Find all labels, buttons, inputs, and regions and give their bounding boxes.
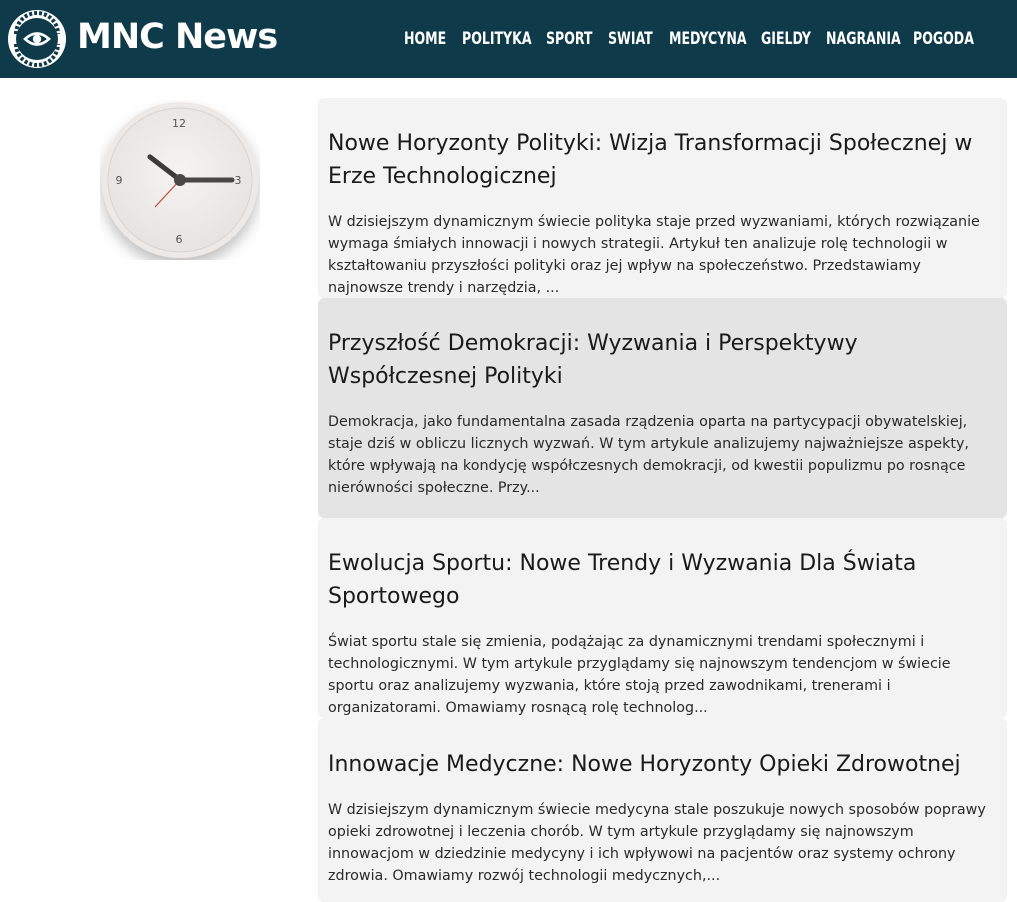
nav-item-nagrania[interactable]: NAGRANIA (826, 24, 901, 54)
nav-item-home[interactable]: HOME (404, 24, 452, 54)
clock-numeral-9: 9 (116, 174, 123, 187)
nav-item-swiat[interactable]: SWIAT (608, 24, 658, 54)
nav-item-polityka[interactable]: POLITYKA (462, 24, 532, 54)
article-card[interactable]: Ewolucja Sportu: Nowe Trendy i Wyzwania … (318, 518, 1007, 718)
clock-center-pin (174, 174, 186, 186)
eye-logo-icon[interactable] (7, 9, 67, 69)
article-card[interactable]: Nowe Horyzonty Polityki: Wizja Transform… (318, 98, 1007, 298)
article-excerpt: Demokracja, jako fundamentalna zasada rz… (328, 414, 969, 496)
article-card[interactable]: Innowacje Medyczne: Nowe Horyzonty Opiek… (318, 718, 1007, 902)
clock-numeral-3: 3 (235, 174, 242, 187)
analog-clock: 12 3 6 9 (102, 102, 258, 258)
article-excerpt: W dzisiejszym dynamicznym świecie polity… (328, 214, 980, 296)
main-nav: HOME POLITYKA SPORT SWIAT MEDYCYNA GIELD… (404, 24, 974, 54)
article-excerpt: Świat sportu stale się zmienia, podążają… (328, 634, 951, 716)
article-card[interactable]: Przyszłość Demokracji: Wyzwania i Perspe… (318, 298, 1007, 518)
nav-item-medycyna[interactable]: MEDYCYNA (669, 24, 747, 54)
nav-item-pogoda[interactable]: POGODA (913, 24, 974, 54)
clock-numeral-6: 6 (176, 233, 183, 246)
clock-numeral-12: 12 (172, 117, 186, 130)
article-title[interactable]: Ewolucja Sportu: Nowe Trendy i Wyzwania … (328, 518, 997, 613)
nav-item-gieldy[interactable]: GIELDY (761, 24, 814, 54)
article-title[interactable]: Nowe Horyzonty Polityki: Wizja Transform… (328, 98, 997, 193)
article-title[interactable]: Przyszłość Demokracji: Wyzwania i Perspe… (328, 298, 997, 393)
top-navbar: MNC News HOME POLITYKA SPORT SWIAT MEDYC… (0, 0, 1017, 78)
nav-item-sport[interactable]: SPORT (546, 24, 597, 54)
article-excerpt: W dzisiejszym dynamicznym świecie medycy… (328, 802, 986, 884)
site-logo-text[interactable]: MNC News (77, 14, 278, 60)
article-title[interactable]: Innowacje Medyczne: Nowe Horyzonty Opiek… (328, 718, 997, 781)
